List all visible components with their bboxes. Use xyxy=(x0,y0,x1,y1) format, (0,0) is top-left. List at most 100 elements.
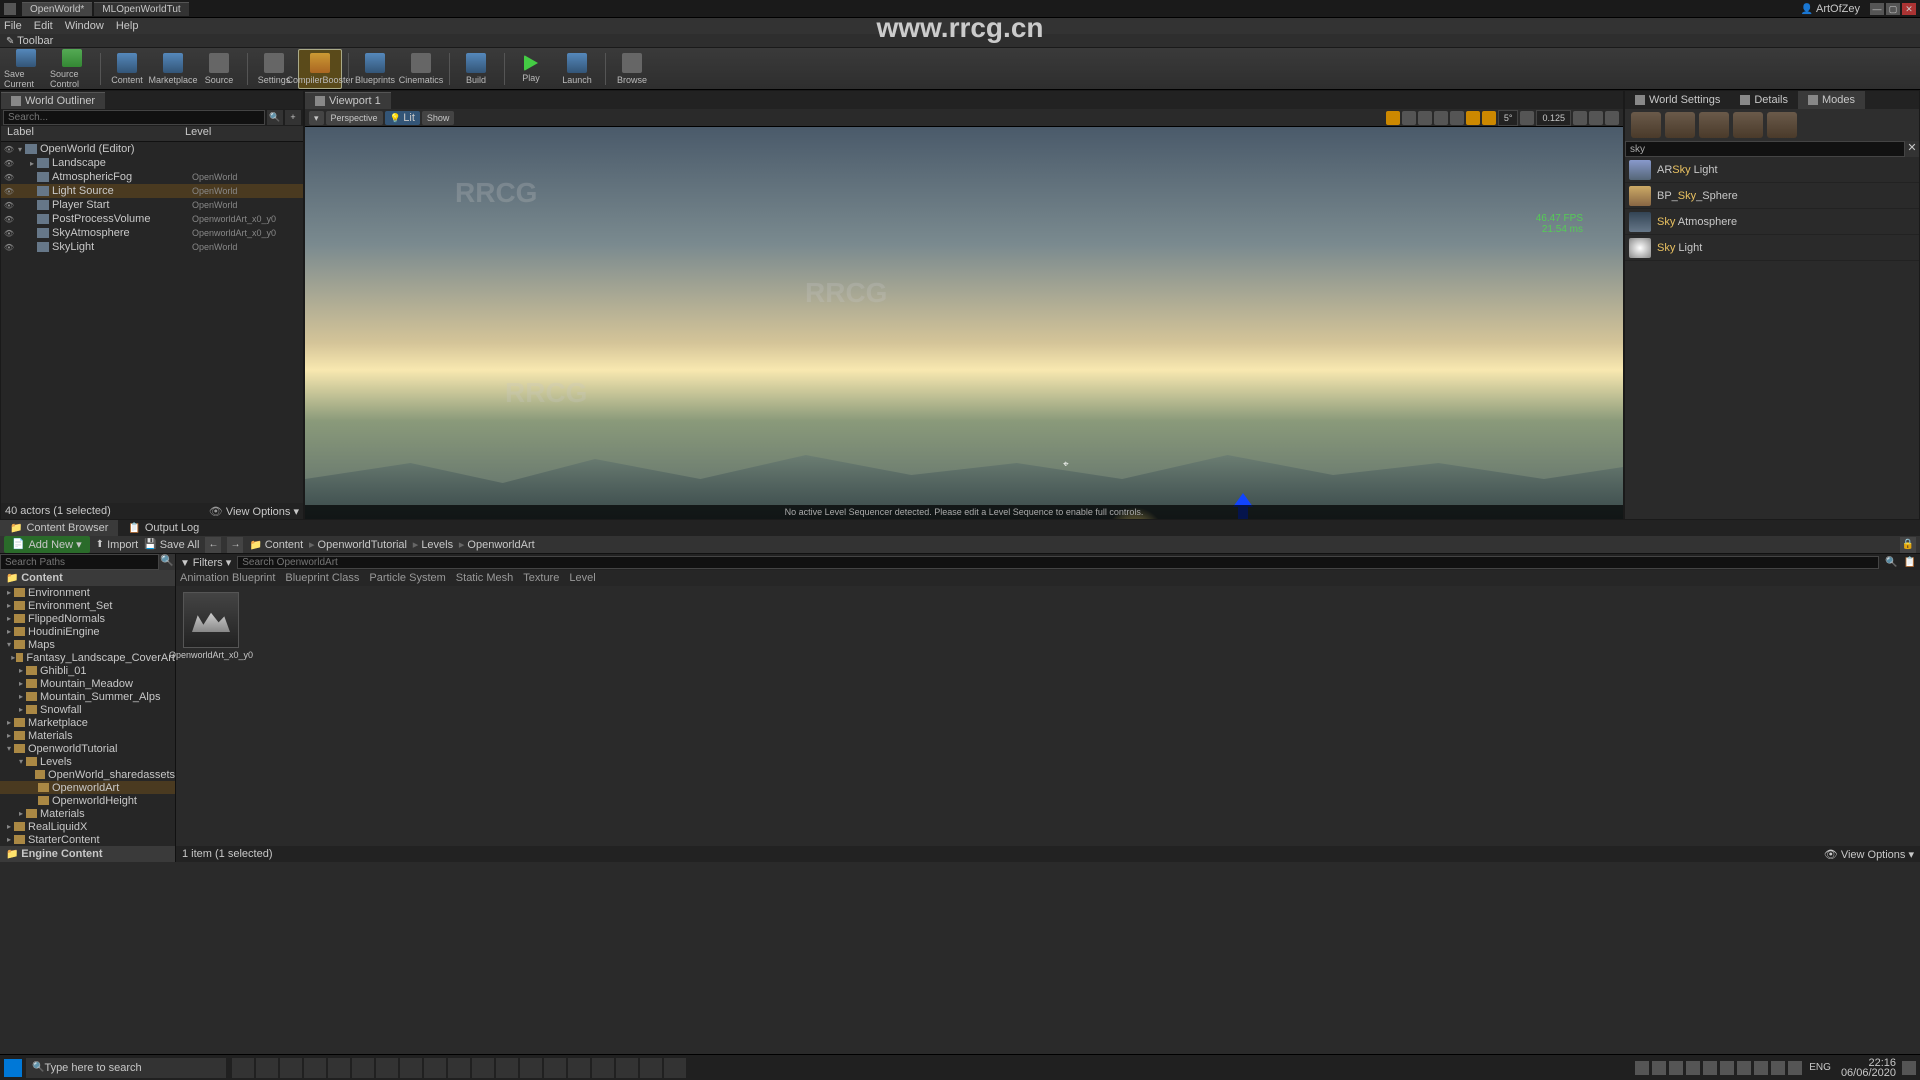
tray-icon[interactable] xyxy=(1635,1061,1649,1075)
toolbar-play[interactable]: Play xyxy=(509,49,553,89)
taskbar-app-11[interactable] xyxy=(520,1058,542,1078)
toolbar-marketplace[interactable]: Marketplace xyxy=(151,49,195,89)
taskbar-search[interactable]: 🔍 Type here to search xyxy=(26,1058,226,1078)
tree-folder[interactable]: ▾Maps xyxy=(0,638,175,651)
place-mode-basic-icon[interactable] xyxy=(1631,112,1661,138)
titlebar-tab-2[interactable]: MLOpenWorldTut xyxy=(94,2,188,16)
add-new-button[interactable]: 📄 Add New ▾ xyxy=(4,536,90,553)
filter-chip[interactable]: Texture xyxy=(523,572,559,584)
nav-fwd[interactable]: → xyxy=(227,537,243,553)
taskbar-app-15[interactable] xyxy=(616,1058,638,1078)
tree-folder[interactable]: ▸Fantasy_Landscape_CoverArt xyxy=(0,651,175,664)
import-button[interactable]: ⬆ Import xyxy=(96,539,139,551)
taskbar-app-7[interactable] xyxy=(424,1058,446,1078)
tree-folder[interactable]: OpenWorld_sharedassets xyxy=(0,768,175,781)
place-mode-volumes-icon[interactable] xyxy=(1767,112,1797,138)
maximize-button[interactable]: ▢ xyxy=(1886,3,1900,15)
tab-content-browser[interactable]: 📁 Content Browser xyxy=(0,520,118,536)
vp-transform-local-icon[interactable] xyxy=(1386,111,1400,125)
save-all-button[interactable]: 💾 Save All xyxy=(144,539,199,551)
taskbar-app-8[interactable] xyxy=(448,1058,470,1078)
toolbar-compilerbooster[interactable]: CompilerBooster xyxy=(298,49,342,89)
tray-icon[interactable] xyxy=(1703,1061,1717,1075)
vp-snap-scale-icon[interactable] xyxy=(1520,111,1534,125)
tree-folder[interactable]: ▾Levels xyxy=(0,755,175,768)
asset-item[interactable]: OpenworldArt_x0_y0 xyxy=(182,592,240,660)
vp-rotate-icon[interactable] xyxy=(1418,111,1432,125)
cb-tree-footer[interactable]: 📁 Engine Content xyxy=(0,846,175,862)
menu-edit[interactable]: Edit xyxy=(34,20,53,32)
cb-view-options[interactable]: 👁 View Options ▾ xyxy=(1824,848,1914,861)
place-search-input[interactable] xyxy=(1625,141,1905,157)
outliner-row[interactable]: 👁AtmosphericFogOpenWorld xyxy=(1,170,303,184)
titlebar-tab-1[interactable]: OpenWorld* xyxy=(22,2,92,16)
tray-icon[interactable] xyxy=(1788,1061,1802,1075)
filter-chip[interactable]: Animation Blueprint xyxy=(180,572,275,584)
tree-folder[interactable]: ▸Ghibli_01 xyxy=(0,664,175,677)
start-button[interactable] xyxy=(4,1059,22,1077)
filter-chip[interactable]: Level xyxy=(569,572,595,584)
vp-snap-grid-icon[interactable] xyxy=(1450,111,1464,125)
cb-tree-header[interactable]: 📁 Content xyxy=(0,570,175,586)
tree-folder[interactable]: ▸Environment xyxy=(0,586,175,599)
taskbar-taskview-icon[interactable] xyxy=(256,1058,278,1078)
cb-asset-search-icon[interactable]: 🔍 xyxy=(1885,557,1897,568)
world-outliner-tab[interactable]: World Outliner xyxy=(1,92,105,109)
taskbar-app-10[interactable] xyxy=(496,1058,518,1078)
outliner-search-input[interactable] xyxy=(3,110,265,125)
toolbar-launch[interactable]: Launch xyxy=(555,49,599,89)
tree-folder[interactable]: ▸Materials xyxy=(0,729,175,742)
tray-icon[interactable] xyxy=(1754,1061,1768,1075)
cb-tree-search-icon[interactable]: 🔍 xyxy=(159,554,175,570)
vp-angle-icon[interactable] xyxy=(1482,111,1496,125)
vp-dropdown[interactable]: ▾ xyxy=(309,111,324,125)
taskbar-app-1[interactable] xyxy=(280,1058,302,1078)
place-mode-lights-icon[interactable] xyxy=(1665,112,1695,138)
taskbar-app-2[interactable] xyxy=(304,1058,326,1078)
vp-move-icon[interactable] xyxy=(1402,111,1416,125)
tray-icon[interactable] xyxy=(1686,1061,1700,1075)
taskbar-app-9[interactable] xyxy=(472,1058,494,1078)
tree-folder[interactable]: ▸Mountain_Summer_Alps xyxy=(0,690,175,703)
vp-lit[interactable]: 💡 Lit xyxy=(385,111,420,125)
taskbar-app-16[interactable] xyxy=(640,1058,662,1078)
vp-snap-toggle-icon[interactable] xyxy=(1466,111,1480,125)
vp-show[interactable]: Show xyxy=(422,111,455,125)
filter-chip[interactable]: Static Mesh xyxy=(456,572,513,584)
place-item[interactable]: Sky Light xyxy=(1625,235,1919,261)
place-item[interactable]: Sky Atmosphere xyxy=(1625,209,1919,235)
close-button[interactable]: ✕ xyxy=(1902,3,1916,15)
outliner-add-btn[interactable]: + xyxy=(285,110,301,125)
vp-perspective[interactable]: Perspective xyxy=(326,111,383,125)
tree-folder[interactable]: ▸HoudiniEngine xyxy=(0,625,175,638)
tray-icon[interactable] xyxy=(1669,1061,1683,1075)
tree-folder[interactable]: ▸Marketplace xyxy=(0,716,175,729)
tree-folder[interactable]: ▸FlippedNormals xyxy=(0,612,175,625)
outliner-row[interactable]: 👁▾OpenWorld (Editor) xyxy=(1,142,303,156)
menu-help[interactable]: Help xyxy=(116,20,139,32)
outliner-row[interactable]: 👁Light SourceOpenWorld xyxy=(1,184,303,198)
cb-asset-search[interactable] xyxy=(237,556,1879,569)
place-mode-visual-icon[interactable] xyxy=(1699,112,1729,138)
taskbar-app-17[interactable] xyxy=(664,1058,686,1078)
tray-icon[interactable] xyxy=(1652,1061,1666,1075)
tree-folder[interactable]: OpenworldHeight xyxy=(0,794,175,807)
tray-icon[interactable] xyxy=(1720,1061,1734,1075)
toolbar-blueprints[interactable]: Blueprints xyxy=(353,49,397,89)
place-item[interactable]: BP_Sky_Sphere xyxy=(1625,183,1919,209)
toolbar-save-current[interactable]: Save Current xyxy=(4,49,48,89)
taskbar-app-14[interactable] xyxy=(592,1058,614,1078)
taskbar-app-13[interactable] xyxy=(568,1058,590,1078)
outliner-row[interactable]: 👁▸Landscape xyxy=(1,156,303,170)
tree-folder[interactable]: ▸Mountain_Meadow xyxy=(0,677,175,690)
tree-folder[interactable]: ▸Materials xyxy=(0,807,175,820)
cb-lock-icon[interactable]: 🔒 xyxy=(1900,537,1916,553)
cb-tree-search[interactable] xyxy=(0,554,159,570)
tray-icon[interactable] xyxy=(1737,1061,1751,1075)
taskbar-app-4[interactable] xyxy=(352,1058,374,1078)
cb-filters-button[interactable]: ▼ Filters ▾ xyxy=(180,556,231,569)
taskbar-app-6[interactable] xyxy=(400,1058,422,1078)
filter-chip[interactable]: Blueprint Class xyxy=(285,572,359,584)
menu-file[interactable]: File xyxy=(4,20,22,32)
outliner-row[interactable]: 👁SkyAtmosphereOpenworldArt_x0_y0 xyxy=(1,226,303,240)
